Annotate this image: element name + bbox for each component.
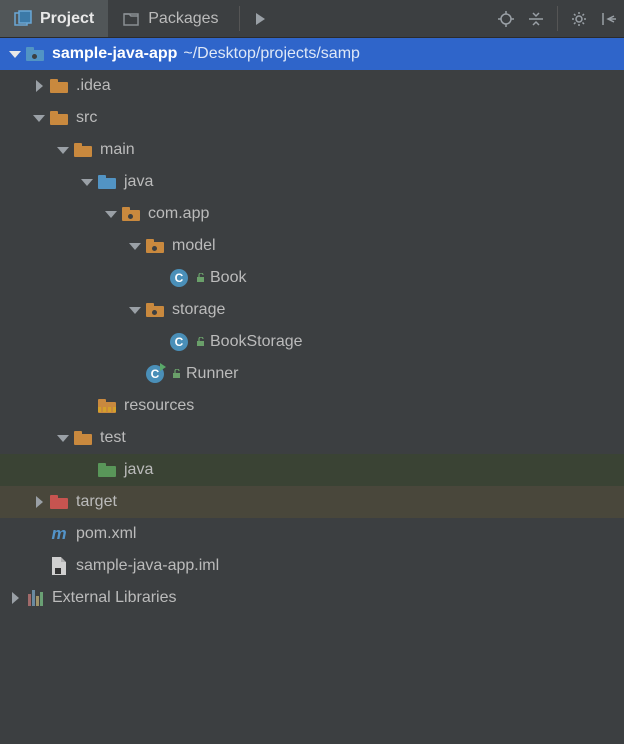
item-label: BookStorage [210, 333, 303, 351]
item-label: .idea [76, 77, 111, 95]
expand-arrow-icon[interactable] [30, 493, 48, 511]
package-icon [144, 299, 166, 321]
maven-file-icon: m [48, 523, 70, 545]
tree-item-resources[interactable]: resources [0, 390, 624, 422]
tree-root[interactable]: sample-java-app ~/Desktop/projects/samp [0, 38, 624, 70]
tree-item-runner[interactable]: C Runner [0, 358, 624, 390]
tree-item-main[interactable]: main [0, 134, 624, 166]
hide-button[interactable] [594, 0, 624, 37]
expand-arrow-icon[interactable] [54, 141, 72, 159]
gear-icon [570, 10, 588, 28]
folder-icon [72, 427, 94, 449]
tree-item-book[interactable]: C Book [0, 262, 624, 294]
lock-open-icon [196, 337, 206, 347]
expand-arrow-icon[interactable] [6, 589, 24, 607]
tree-external-libraries[interactable]: External Libraries [0, 582, 624, 614]
play-icon [256, 13, 265, 25]
expand-arrow-icon[interactable] [30, 77, 48, 95]
tree-item-storage[interactable]: storage [0, 294, 624, 326]
tab-project[interactable]: Project [0, 0, 108, 37]
no-arrow [150, 333, 168, 351]
lock-open-icon [196, 273, 206, 283]
package-icon [120, 203, 142, 225]
item-label: java [124, 461, 153, 479]
runnable-class-icon: C [144, 363, 166, 385]
tab-project-label: Project [40, 10, 94, 28]
collapse-all-button[interactable] [521, 0, 551, 37]
tree-item-idea[interactable]: .idea [0, 70, 624, 102]
tree-item-java[interactable]: java [0, 166, 624, 198]
locate-button[interactable] [491, 0, 521, 37]
settings-button[interactable] [564, 0, 594, 37]
item-label: storage [172, 301, 225, 319]
tree-item-iml[interactable]: sample-java-app.iml [0, 550, 624, 582]
tab-packages[interactable]: Packages [108, 0, 232, 37]
item-label: test [100, 429, 126, 447]
expand-arrow-icon[interactable] [126, 237, 144, 255]
no-arrow [126, 365, 144, 383]
expand-arrow-icon[interactable] [78, 173, 96, 191]
collapse-icon [527, 10, 545, 28]
target-icon [497, 10, 515, 28]
tree-item-target[interactable]: target [0, 486, 624, 518]
item-label: model [172, 237, 216, 255]
no-arrow [78, 461, 96, 479]
toolbar-separator-2 [557, 6, 558, 31]
top-toolbar: Project Packages [0, 0, 624, 38]
module-folder-icon [24, 43, 46, 65]
item-label: pom.xml [76, 525, 136, 543]
item-label: Runner [186, 365, 238, 383]
tree-item-test[interactable]: test [0, 422, 624, 454]
tree-item-model[interactable]: model [0, 230, 624, 262]
packages-tab-icon [122, 10, 140, 28]
folder-icon [72, 139, 94, 161]
tree-item-pom[interactable]: m pom.xml [0, 518, 624, 550]
test-source-folder-icon [96, 459, 118, 481]
root-name: sample-java-app [52, 45, 177, 63]
item-label: target [76, 493, 117, 511]
item-label: java [124, 173, 153, 191]
root-path: ~/Desktop/projects/samp [183, 45, 360, 63]
hide-icon [600, 10, 618, 28]
toolbar-separator [239, 6, 240, 31]
expand-arrow-icon[interactable] [30, 109, 48, 127]
run-button[interactable] [246, 0, 276, 37]
resources-folder-icon [96, 395, 118, 417]
item-label: Book [210, 269, 246, 287]
item-label: sample-java-app.iml [76, 557, 219, 575]
no-arrow [78, 397, 96, 415]
expand-arrow-icon[interactable] [6, 45, 24, 63]
tree-item-test-java[interactable]: java [0, 454, 624, 486]
project-tree: sample-java-app ~/Desktop/projects/samp … [0, 38, 624, 614]
item-label: src [76, 109, 97, 127]
package-icon [144, 235, 166, 257]
tree-item-src[interactable]: src [0, 102, 624, 134]
tree-item-package[interactable]: com.app [0, 198, 624, 230]
no-arrow [30, 557, 48, 575]
item-label: resources [124, 397, 194, 415]
source-folder-icon [96, 171, 118, 193]
no-arrow [30, 525, 48, 543]
expand-arrow-icon[interactable] [126, 301, 144, 319]
folder-icon [48, 107, 70, 129]
item-label: com.app [148, 205, 209, 223]
libraries-icon [24, 587, 46, 609]
class-icon: C [168, 267, 190, 289]
item-label: main [100, 141, 135, 159]
tab-packages-label: Packages [148, 10, 218, 28]
tree-item-bookstorage[interactable]: C BookStorage [0, 326, 624, 358]
folder-icon [48, 75, 70, 97]
iml-file-icon [48, 555, 70, 577]
expand-arrow-icon[interactable] [54, 429, 72, 447]
expand-arrow-icon[interactable] [102, 205, 120, 223]
project-tab-icon [14, 10, 32, 28]
lock-open-icon [172, 369, 182, 379]
no-arrow [150, 269, 168, 287]
excluded-folder-icon [48, 491, 70, 513]
class-icon: C [168, 331, 190, 353]
item-label: External Libraries [52, 589, 177, 607]
